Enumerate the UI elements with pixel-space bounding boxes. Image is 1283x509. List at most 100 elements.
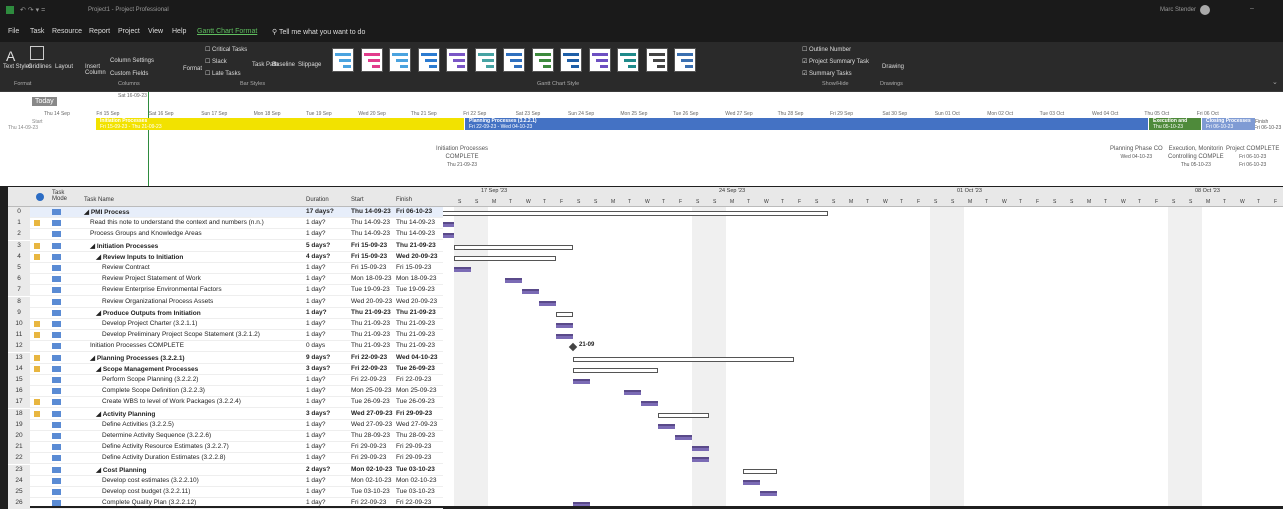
duration-cell[interactable]: 1 day? [306, 219, 326, 226]
task-bar[interactable] [675, 435, 692, 440]
finish-cell[interactable]: Mon 18-09-23 [396, 275, 436, 282]
start-cell[interactable]: Thu 28-09-23 [351, 432, 390, 439]
finish-cell[interactable]: Thu 21-09-23 [396, 320, 435, 327]
timeline[interactable]: Today Sat 16-09-23 Start Thu 14-09-23 Fi… [0, 92, 1283, 186]
note-icon[interactable] [34, 242, 40, 249]
gantt-style-swatch[interactable] [332, 48, 354, 72]
layout-button[interactable]: Layout [55, 64, 73, 70]
table-row[interactable]: 3 ◢ Initiation Processes 5 days? Fri 15-09-… [8, 240, 443, 252]
table-row[interactable]: 7 Review Enterprise Environmental Factors… [8, 285, 443, 297]
finish-cell[interactable]: Wed 20-09-23 [396, 298, 437, 305]
table-row[interactable]: 20 Determine Activity Sequence (3.2.2.6) 1… [8, 431, 443, 442]
table-row[interactable]: 19 Define Activities (3.2.2.5) 1 day? Wed 2… [8, 419, 443, 431]
task-name[interactable]: Develop cost estimates (3.2.2.10) [102, 477, 199, 484]
menu-help[interactable]: Help [172, 28, 186, 35]
finish-cell[interactable]: Fri 06-10-23 [396, 208, 432, 215]
finish-cell[interactable]: Wed 27-09-23 [396, 421, 437, 428]
finish-cell[interactable]: Thu 21-09-23 [396, 342, 435, 349]
milestone-diamond[interactable] [568, 343, 578, 352]
start-cell[interactable]: Fri 22-09-23 [351, 365, 387, 372]
summary-bar[interactable] [443, 211, 828, 216]
baseline-button[interactable]: Baseline [272, 62, 295, 68]
duration-cell[interactable]: 1 day? [306, 230, 326, 237]
gantt-style-swatch[interactable] [360, 48, 383, 72]
task-name[interactable]: Review Organizational Process Assets [102, 298, 213, 305]
duration-cell[interactable]: 1 day? [306, 275, 326, 282]
duration-cell[interactable]: 1 day? [306, 421, 326, 428]
task-bar[interactable] [505, 278, 522, 284]
duration-cell[interactable]: 1 day? [306, 309, 327, 316]
header-task-mode[interactable]: Task Mode [52, 190, 74, 202]
menu-view[interactable]: View [148, 28, 163, 35]
table-row[interactable]: 26 Complete Quality Plan (3.2.2.12) 1 day?… [8, 498, 443, 509]
header-finish[interactable]: Finish [396, 197, 412, 203]
gantt-style-swatch[interactable] [674, 48, 696, 72]
gantt-style-swatch[interactable] [503, 48, 525, 72]
gridlines-icon[interactable] [30, 46, 44, 60]
note-icon[interactable] [34, 399, 40, 406]
task-bar[interactable] [454, 267, 471, 272]
menu-project[interactable]: Project [118, 28, 140, 35]
summary-tasks-checkbox[interactable]: ☑ Summary Tasks [802, 70, 852, 77]
note-icon[interactable] [34, 332, 40, 339]
duration-cell[interactable]: 1 day? [306, 499, 326, 506]
table-row[interactable]: 11 Develop Preliminary Project Scope Stat… [8, 330, 443, 342]
table-row[interactable]: 15 Perform Scope Planning (3.2.2.2) 1 day?… [8, 375, 443, 386]
task-name[interactable]: Review Project Statement of Work [102, 275, 201, 282]
start-cell[interactable]: Mon 02-10-23 [351, 466, 392, 473]
task-name[interactable]: ◢ Review Inputs to Initiation [96, 253, 183, 261]
task-name[interactable]: Define Activities (3.2.2.5) [102, 421, 174, 428]
note-icon[interactable] [34, 354, 40, 361]
task-name[interactable]: ◢ Initiation Processes [90, 242, 158, 250]
project-summary-task-checkbox[interactable]: ☑ Project Summary Task [802, 58, 869, 65]
start-cell[interactable]: Fri 22-09-23 [351, 354, 387, 361]
gantt-style-swatch[interactable] [588, 48, 611, 72]
start-cell[interactable]: Fri 15-09-23 [351, 264, 386, 271]
finish-cell[interactable]: Thu 21-09-23 [396, 331, 435, 338]
finish-cell[interactable]: Fri 29-09-23 [396, 410, 432, 417]
task-name[interactable]: Read this note to understand the context… [90, 219, 264, 226]
finish-cell[interactable]: Wed 20-09-23 [396, 253, 437, 260]
task-name[interactable]: ◢ PMI Process [84, 208, 129, 216]
quick-access-icons[interactable]: ↶ ↷ ▾ = [20, 6, 45, 14]
duration-cell[interactable]: 1 day? [306, 387, 326, 394]
task-name[interactable]: Define Activity Resource Estimates (3.2.… [102, 443, 229, 450]
gantt-style-swatch[interactable] [417, 48, 440, 72]
gantt-chart[interactable]: 17 Sep '23 24 Sep '23 01 Oct '23 08 Oct '23… [443, 187, 1283, 506]
task-bar[interactable] [692, 446, 709, 452]
duration-cell[interactable]: 1 day? [306, 320, 326, 327]
table-row[interactable]: 1 Read this note to understand the contex… [8, 218, 443, 230]
duration-cell[interactable]: 1 day? [306, 264, 326, 271]
task-name[interactable]: Develop Project Charter (3.2.1.1) [102, 320, 197, 327]
task-name[interactable]: Create WBS to level of Work Packages (3.… [102, 398, 241, 405]
table-row[interactable]: 9 ◢ Produce Outputs from Initiation 1 day?… [8, 307, 443, 319]
task-name[interactable]: Complete Scope Definition (3.2.2.3) [102, 387, 205, 394]
header-start[interactable]: Start [351, 197, 364, 203]
header-task-name[interactable]: Task Name [84, 197, 114, 203]
duration-cell[interactable]: 1 day? [306, 298, 326, 305]
finish-cell[interactable]: Fri 29-09-23 [396, 443, 431, 450]
timeline-bar[interactable]: Execution and Thu 05-10-23 [1149, 118, 1201, 130]
summary-bar[interactable] [454, 244, 573, 250]
start-cell[interactable]: Tue 19-09-23 [351, 286, 390, 293]
finish-cell[interactable]: Fri 22-09-23 [396, 376, 431, 383]
start-cell[interactable]: Fri 15-09-23 [351, 253, 387, 260]
task-name[interactable]: Define Activity Duration Estimates (3.2.… [102, 454, 226, 461]
gantt-style-swatch[interactable] [560, 48, 582, 72]
start-cell[interactable]: Wed 27-09-23 [351, 421, 392, 428]
task-name[interactable]: Perform Scope Planning (3.2.2.2) [102, 376, 198, 383]
summary-bar[interactable] [573, 356, 794, 362]
task-name[interactable]: Complete Quality Plan (3.2.2.12) [102, 499, 196, 506]
late-tasks-checkbox[interactable]: ☐ Late Tasks [205, 70, 241, 77]
gridlines-button[interactable]: Gridlines [28, 64, 52, 70]
menu-resource[interactable]: Resource [52, 28, 82, 35]
duration-cell[interactable]: 1 day? [306, 488, 326, 495]
custom-fields-button[interactable]: Custom Fields [110, 71, 148, 77]
finish-cell[interactable]: Fri 22-09-23 [396, 499, 431, 506]
start-cell[interactable]: Wed 27-09-23 [351, 410, 392, 417]
finish-cell[interactable]: Thu 21-09-23 [396, 309, 436, 316]
table-row[interactable]: 14 ◢ Scope Management Processes 3 days? Fri… [8, 363, 443, 375]
minimize-icon[interactable]: – [1250, 5, 1254, 12]
gantt-style-swatch[interactable] [645, 48, 668, 72]
finish-cell[interactable]: Thu 14-09-23 [396, 230, 435, 237]
